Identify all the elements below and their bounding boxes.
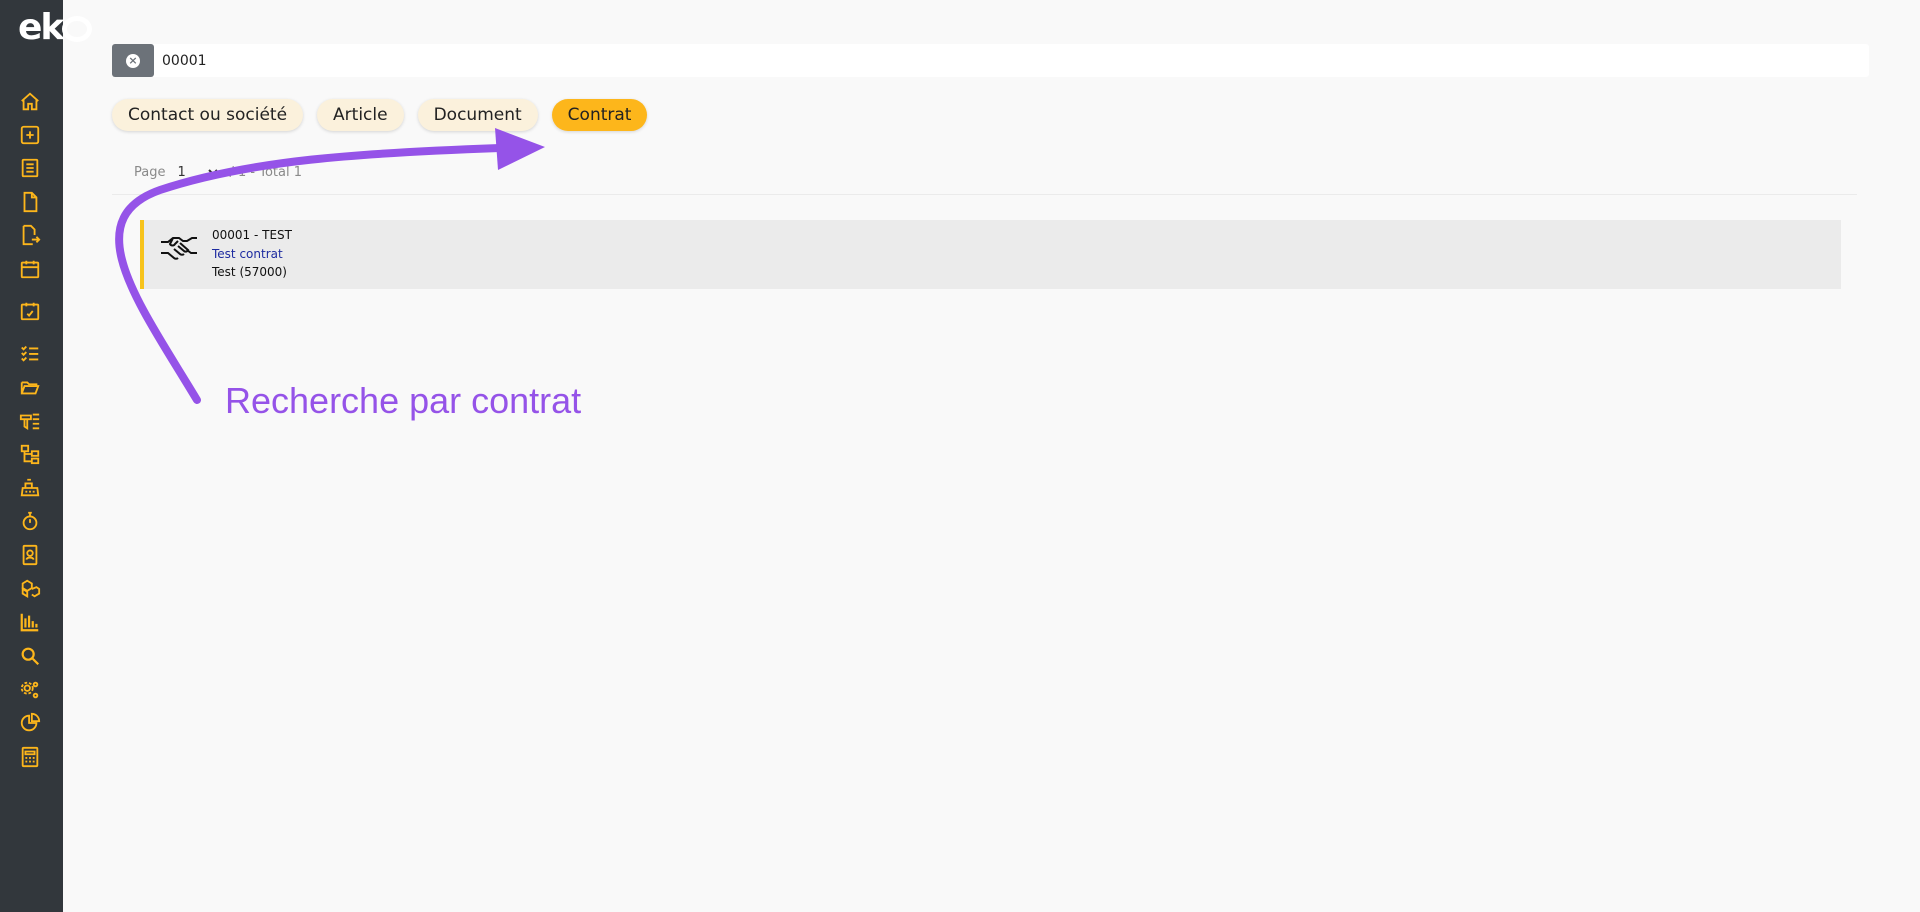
filter-article-button[interactable]: Article — [317, 99, 404, 131]
home-icon — [21, 92, 39, 111]
sidebar-item-search[interactable] — [19, 645, 41, 667]
sidebar-item-list[interactable] — [19, 157, 41, 179]
sidebar-item-stats[interactable] — [19, 611, 41, 633]
chart-pie-icon — [20, 712, 41, 732]
sidebar-item-agenda[interactable] — [19, 300, 41, 322]
app-logo[interactable]: ek — [18, 8, 98, 48]
search-type-filters: Contact ou société Article Document Cont… — [112, 99, 648, 131]
sidebar-item-structure[interactable] — [19, 443, 41, 465]
result-subtitle-link[interactable]: Test contrat — [212, 247, 283, 261]
boxes-icon — [21, 579, 41, 598]
result-meta: Test (57000) — [212, 265, 287, 279]
calculator-icon — [21, 746, 39, 768]
tools-icon — [19, 413, 40, 431]
plus-square-icon — [20, 125, 40, 145]
search-input[interactable] — [162, 48, 1852, 73]
tasks-icon — [21, 345, 39, 362]
chart-bar-icon — [20, 613, 39, 632]
file-icon — [23, 191, 38, 213]
folder-open-icon — [20, 381, 40, 395]
sidebar-item-stock[interactable] — [19, 578, 41, 600]
list-icon — [21, 158, 39, 178]
cogs-icon — [20, 681, 39, 699]
sidebar-item-calculator[interactable] — [19, 746, 41, 768]
cash-register-icon — [20, 478, 40, 497]
search-icon — [21, 647, 40, 666]
stopwatch-icon — [22, 511, 38, 531]
sidebar-item-register[interactable] — [19, 477, 41, 499]
contact-book-icon — [22, 544, 38, 566]
page-total: / 1 - Total 1 — [229, 164, 302, 180]
sidebar-item-tools[interactable] — [19, 410, 41, 432]
handshake-icon — [161, 237, 197, 260]
file-export-icon — [22, 224, 41, 246]
calendar-icon — [20, 260, 40, 279]
sidebar-item-export[interactable] — [19, 224, 41, 246]
result-title: 00001 - TEST — [212, 228, 292, 242]
annotation-label: Recherche par contrat — [225, 380, 582, 421]
filter-contact-button[interactable]: Contact ou société — [112, 99, 304, 131]
filter-document-button[interactable]: Document — [417, 99, 538, 131]
page-label: Page — [134, 164, 166, 180]
sidebar-item-home[interactable] — [19, 91, 41, 113]
sidebar-item-new[interactable] — [19, 124, 41, 146]
sidebar-item-contacts[interactable] — [19, 544, 41, 566]
logo-ring — [62, 16, 92, 42]
sidebar-item-timer[interactable] — [19, 510, 41, 532]
divider — [112, 194, 1857, 195]
calendar-check-icon — [20, 302, 40, 321]
sidebar-item-calendar[interactable] — [19, 258, 41, 280]
clear-search-button[interactable]: × — [112, 44, 154, 77]
global-search-bar: × — [112, 44, 1869, 77]
pagination: Page 1 / 1 - Total 1 — [134, 162, 302, 182]
sidebar: ek — [0, 0, 92, 912]
sidebar-item-reports[interactable] — [19, 712, 41, 734]
sidebar-item-settings[interactable] — [19, 679, 41, 701]
sidebar-item-folders[interactable] — [19, 376, 41, 398]
sidebar-item-documents[interactable] — [19, 191, 41, 213]
close-circle-icon: × — [126, 53, 140, 68]
logo-text: ek — [18, 7, 64, 48]
sitemap-icon — [20, 444, 40, 465]
page-select[interactable]: 1 — [173, 163, 222, 181]
search-result-item[interactable]: 00001 - TEST Test contrat Test (57000) — [140, 220, 1841, 289]
sidebar-item-tasks[interactable] — [19, 342, 41, 364]
filter-contrat-button[interactable]: Contrat — [551, 99, 648, 131]
